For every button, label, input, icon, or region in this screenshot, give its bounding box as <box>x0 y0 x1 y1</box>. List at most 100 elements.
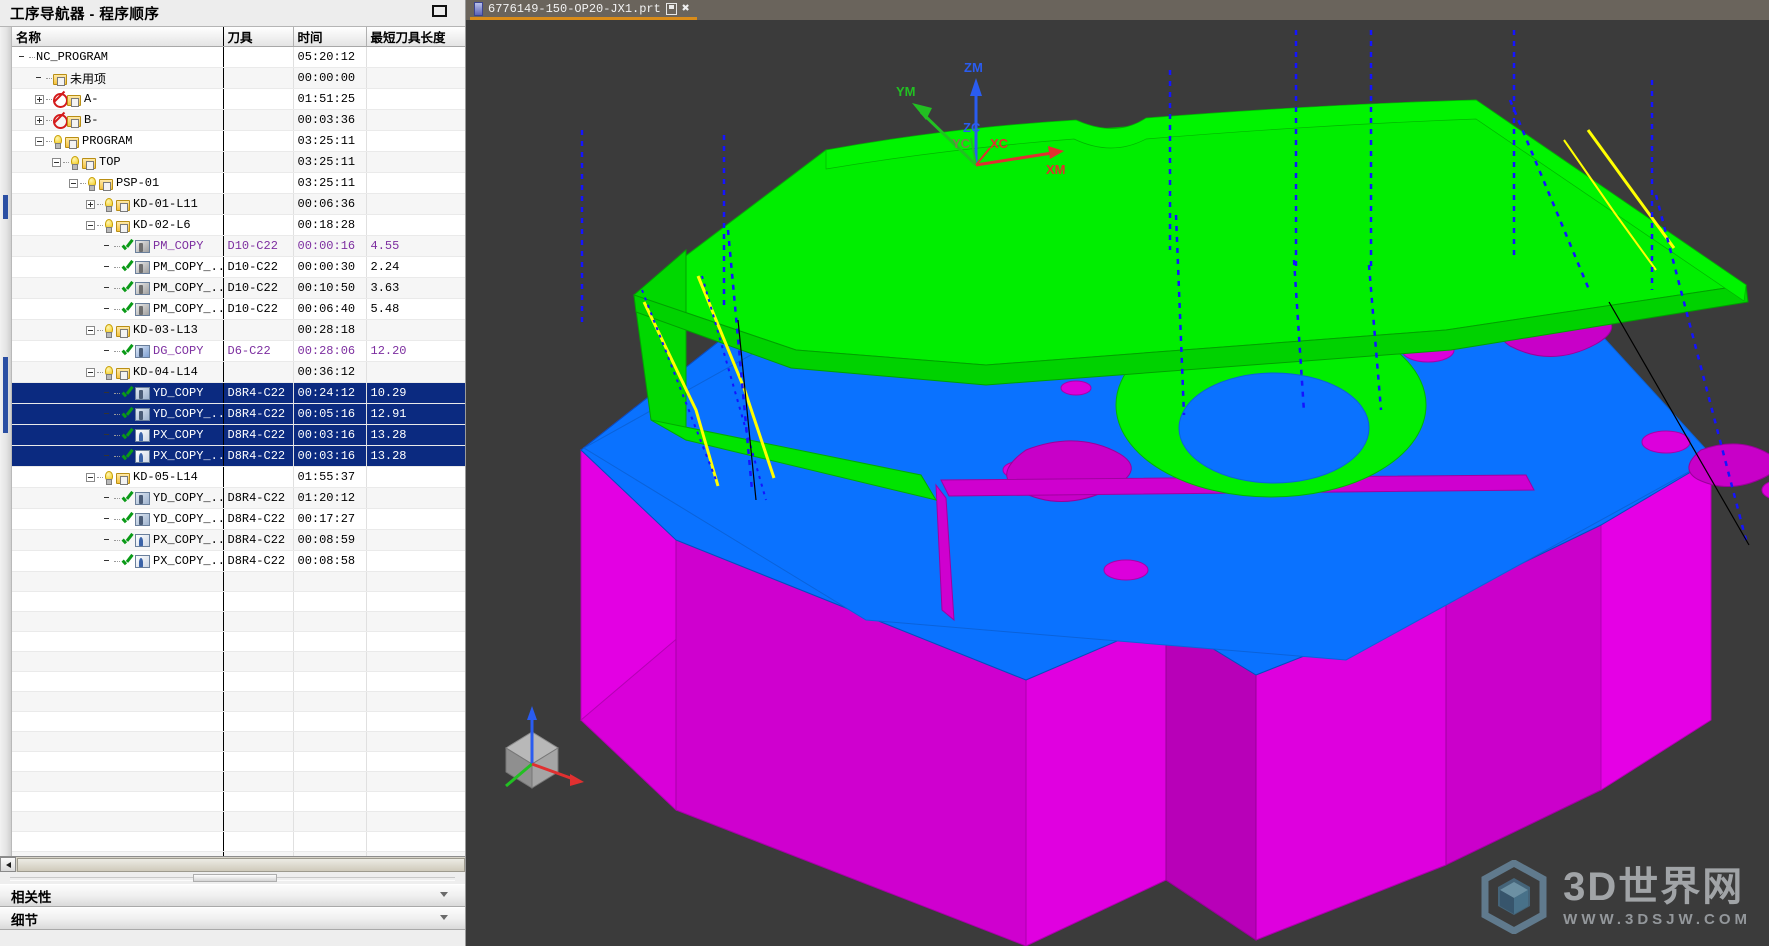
cell-name[interactable]: 未用项 <box>12 67 224 89</box>
chevron-down-icon[interactable] <box>440 915 449 921</box>
table-row[interactable]: YD_COPY_...D8R4-C2200:17:27 <box>12 508 465 530</box>
table-row-empty[interactable] <box>12 791 465 812</box>
cell-name[interactable]: YD_COPY_... <box>12 508 224 530</box>
cell-name[interactable]: B- <box>12 109 224 131</box>
table-row-empty[interactable] <box>12 611 465 632</box>
table-row-empty[interactable] <box>12 691 465 712</box>
table-row-empty[interactable] <box>12 651 465 672</box>
collapse-toggle[interactable] <box>52 157 61 167</box>
cell-tool <box>223 611 294 632</box>
panel-details[interactable]: 细节 <box>0 907 465 930</box>
collapse-toggle[interactable] <box>35 136 44 146</box>
splitter-grip[interactable] <box>193 874 277 882</box>
collapse-toggle[interactable] <box>69 178 78 188</box>
cell-name[interactable]: KD-01-L11 <box>12 193 224 215</box>
table-row-empty[interactable] <box>12 831 465 852</box>
expand-toggle[interactable] <box>35 94 44 104</box>
table-row[interactable]: A- 01:51:25 <box>12 88 465 110</box>
table-row[interactable]: KD-01-L11 00:06:36 <box>12 193 465 215</box>
collapse-toggle[interactable] <box>86 220 95 230</box>
table-row-empty[interactable] <box>12 811 465 832</box>
table-row-empty[interactable] <box>12 711 465 732</box>
cell-name[interactable]: PM_COPY_... <box>12 298 224 320</box>
table-row[interactable]: B- 00:03:36 <box>12 109 465 131</box>
cell-name[interactable]: KD-02-L6 <box>12 214 224 236</box>
table-row-empty[interactable] <box>12 591 465 612</box>
scrollbar-thumb[interactable] <box>17 857 465 872</box>
table-row-empty[interactable] <box>12 631 465 652</box>
table-row-empty[interactable] <box>12 771 465 792</box>
table-row[interactable]: KD-03-L13 00:28:18 <box>12 319 465 341</box>
finish-operation-icon <box>135 407 150 421</box>
table-row[interactable]: PM_COPY D10-C22 00:00:16 4.55 <box>12 235 465 257</box>
document-tab[interactable]: 6776149-150-OP20-JX1.prt ✖ <box>470 0 697 20</box>
close-icon[interactable]: ✖ <box>682 2 690 15</box>
column-header-tool[interactable]: 刀具 <box>223 27 294 47</box>
cell-name[interactable]: PX_COPY <box>12 424 224 446</box>
tree-left-gutter[interactable] <box>0 27 12 856</box>
cell-name[interactable]: PM_COPY_... <box>12 256 224 278</box>
column-header-time[interactable]: 时间 <box>293 27 367 47</box>
save-icon[interactable] <box>665 2 677 15</box>
table-row[interactable]: 未用项 00:00:00 <box>12 67 465 89</box>
cell-name[interactable]: DG_COPY <box>12 340 224 362</box>
table-row[interactable]: PM_COPY_...D10-C2200:06:405.48 <box>12 298 465 320</box>
cell-name[interactable]: KD-05-L14 <box>12 466 224 488</box>
table-row[interactable]: TOP 03:25:11 <box>12 151 465 173</box>
cell-name[interactable]: PSP-01 <box>12 172 224 194</box>
cell-name[interactable]: KD-03-L13 <box>12 319 224 341</box>
cell-name[interactable]: PX_COPY_... <box>12 529 224 551</box>
cell-name[interactable]: YD_COPY_... <box>12 403 224 425</box>
row-label: PSP-01 <box>116 176 160 190</box>
cell-name[interactable]: YD_COPY_... <box>12 487 224 509</box>
table-row[interactable]: PM_COPY_...D10-C2200:00:302.24 <box>12 256 465 278</box>
cell-tool: D8R4-C22 <box>223 403 294 425</box>
collapse-toggle[interactable] <box>86 472 95 482</box>
table-row[interactable]: YD_COPY_...D8R4-C2200:05:1612.91 <box>12 403 465 425</box>
table-row-empty[interactable] <box>12 571 465 592</box>
collapse-toggle[interactable] <box>86 325 95 335</box>
scroll-left-arrow-icon[interactable] <box>0 857 16 872</box>
cell-time: 01:20:12 <box>293 487 367 509</box>
column-header-name[interactable]: 名称 <box>12 27 224 47</box>
table-row[interactable]: NC_PROGRAM 05:20:12 <box>12 46 465 68</box>
cell-name[interactable]: PM_COPY_... <box>12 277 224 299</box>
cell-name[interactable]: TOP <box>12 151 224 173</box>
column-header-min-tool-length[interactable]: 最短刀具长度 <box>366 27 465 47</box>
collapse-toggle[interactable] <box>86 367 95 377</box>
table-row[interactable]: PX_COPY_...D8R4-C2200:08:58 <box>12 550 465 572</box>
table-row[interactable]: KD-05-L14 01:55:37 <box>12 466 465 488</box>
table-row[interactable]: PX_COPY D8R4-C22 00:03:16 13.28 <box>12 424 465 446</box>
tree-horizontal-scrollbar[interactable] <box>0 856 465 872</box>
table-row-empty[interactable] <box>12 731 465 752</box>
3d-viewport[interactable]: ZM YM XM ZC YC XC 3D世界网 WWW.3DSJW.COM <box>466 20 1769 946</box>
table-row[interactable]: KD-04-L14 00:36:12 <box>12 361 465 383</box>
chevron-down-icon[interactable] <box>440 892 449 898</box>
table-row[interactable]: DG_COPY D6-C22 00:28:06 12.20 <box>12 340 465 362</box>
cell-name[interactable]: PROGRAM <box>12 130 224 152</box>
table-row[interactable]: YD_COPY_...D8R4-C2201:20:12 <box>12 487 465 509</box>
expand-toggle[interactable] <box>35 115 44 125</box>
cell-name[interactable]: PX_COPY_... <box>12 550 224 572</box>
cell-name[interactable]: KD-04-L14 <box>12 361 224 383</box>
cell-name[interactable]: PX_COPY_... <box>12 445 224 467</box>
panel-splitter[interactable] <box>0 872 465 884</box>
table-row[interactable]: PM_COPY_...D10-C2200:10:503.63 <box>12 277 465 299</box>
cell-time <box>293 671 367 692</box>
lamp-icon <box>104 323 113 338</box>
cell-name[interactable]: YD_COPY <box>12 382 224 404</box>
table-row[interactable]: PROGRAM 03:25:11 <box>12 130 465 152</box>
table-row[interactable]: KD-02-L6 00:18:28 <box>12 214 465 236</box>
restore-window-button[interactable] <box>432 5 447 17</box>
table-row-empty[interactable] <box>12 751 465 772</box>
cell-name[interactable]: PM_COPY <box>12 235 224 257</box>
panel-dependencies[interactable]: 相关性 <box>0 884 465 907</box>
table-row[interactable]: PX_COPY_...D8R4-C2200:08:59 <box>12 529 465 551</box>
table-row-empty[interactable] <box>12 671 465 692</box>
table-row[interactable]: YD_COPY D8R4-C22 00:24:12 10.29 <box>12 382 465 404</box>
cell-name[interactable]: NC_PROGRAM <box>12 46 224 68</box>
table-row[interactable]: PX_COPY_...D8R4-C2200:03:1613.28 <box>12 445 465 467</box>
table-row[interactable]: PSP-01 03:25:11 <box>12 172 465 194</box>
expand-toggle[interactable] <box>86 199 95 209</box>
cell-name[interactable]: A- <box>12 88 224 110</box>
